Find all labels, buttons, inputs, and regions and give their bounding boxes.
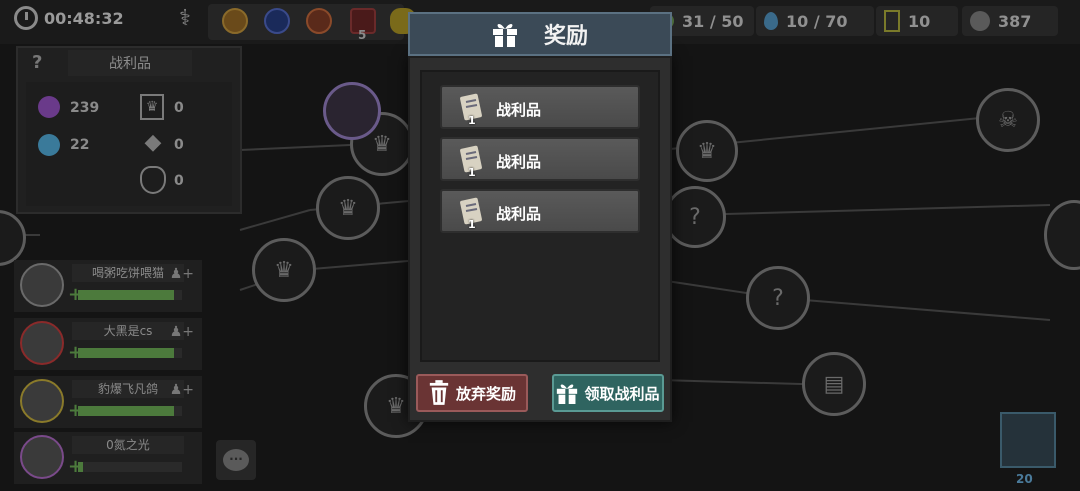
crystal-value: 22	[70, 137, 90, 153]
reward-modal-header: 奖励	[408, 12, 672, 56]
relic-count: 5	[358, 28, 367, 42]
map-node-mystery[interactable]: ?	[664, 186, 726, 248]
party-member-name: 喝粥吃饼喂猫	[72, 264, 184, 282]
discard-reward-label: 放弃奖励	[455, 384, 516, 403]
sun-relic-icon[interactable]	[222, 8, 248, 34]
claim-loot-label: 领取战利品	[584, 384, 660, 403]
claim-loot-button[interactable]: 领取战利品	[552, 374, 664, 412]
reward-item-label: 战利品	[496, 153, 542, 171]
map-node-chest[interactable]: ▤	[802, 352, 866, 416]
chat-button[interactable]: ···	[216, 440, 256, 480]
demon-relic-icon[interactable]	[306, 8, 332, 34]
map-node-crown[interactable]: ♛	[316, 176, 380, 240]
gift-icon	[492, 23, 517, 47]
reward-item[interactable]: 1 战利品	[440, 85, 640, 129]
reward-item-qty: 1	[468, 114, 476, 127]
party-member-name: 大黑是cs	[72, 322, 184, 340]
potion-value: 239	[70, 100, 100, 116]
discard-reward-button[interactable]: 放弃奖励	[416, 374, 528, 412]
party-member[interactable]: 大黑是cs + ♟+	[14, 318, 202, 370]
hero-portrait[interactable]	[1000, 412, 1056, 468]
avatar	[20, 435, 64, 479]
hp-fill	[78, 406, 174, 416]
crown-card-value: 0	[174, 100, 184, 116]
reward-item-qty: 1	[468, 166, 476, 179]
potion-icon	[38, 96, 60, 118]
run-timer: 00:48:32	[14, 6, 124, 30]
map-node-crown[interactable]: ♛	[676, 120, 738, 182]
card-icon	[884, 10, 900, 32]
hp-fill	[78, 290, 174, 300]
gift-icon	[557, 384, 578, 404]
party-member[interactable]: 豹爆飞凡鸽 + ♟+	[14, 376, 202, 428]
mystery-value: 0	[174, 137, 184, 153]
avatar	[20, 263, 64, 307]
reward-item[interactable]: 1 战利品	[440, 189, 640, 233]
money-bag-value: 0	[174, 173, 184, 189]
reward-modal-title: 奖励	[543, 24, 588, 49]
mystery-icon: ◆	[144, 130, 162, 155]
chat-bubble-icon: ···	[223, 449, 249, 471]
party-member[interactable]: 0氮之光 +	[14, 432, 202, 484]
reward-item-label: 战利品	[496, 205, 542, 223]
card-stat: 10	[876, 6, 958, 36]
tuning-fork-icon[interactable]: ⚕	[170, 6, 200, 36]
clock-icon	[14, 6, 38, 30]
water-value: 10 / 70	[786, 11, 848, 31]
card-value: 10	[908, 11, 931, 31]
avatar	[20, 379, 64, 423]
reward-item[interactable]: 1 战利品	[440, 137, 640, 181]
hp-bar	[78, 462, 182, 472]
coin-value: 31 / 50	[682, 11, 744, 31]
money-bag-icon	[140, 166, 166, 194]
portrait-counter: 20	[1016, 472, 1033, 486]
map-node-elite[interactable]: ☠	[976, 88, 1040, 152]
map-node-boss[interactable]	[323, 82, 381, 140]
water-drop-icon	[764, 12, 778, 30]
add-friend-icon[interactable]: ♟+	[170, 266, 194, 282]
add-friend-icon[interactable]: ♟+	[170, 324, 194, 340]
water-stat: 10 / 70	[756, 6, 874, 36]
hp-bar	[78, 290, 182, 300]
gem-value: 387	[998, 11, 1032, 31]
timer-value: 00:48:32	[44, 8, 124, 28]
avatar	[20, 321, 64, 365]
add-friend-icon[interactable]: ♟+	[170, 382, 194, 398]
hp-bar	[78, 406, 182, 416]
hp-fill	[78, 462, 84, 472]
reward-item-label: 战利品	[496, 101, 542, 119]
loot-help-icon[interactable]: ?	[32, 52, 42, 73]
gem-icon	[970, 11, 990, 31]
loot-panel-title: 战利品	[68, 50, 192, 76]
reward-item-qty: 1	[468, 218, 476, 231]
crown-card-icon: ♛	[140, 94, 164, 120]
party-member-name: 豹爆飞凡鸽	[72, 380, 184, 398]
orb-relic-icon[interactable]	[264, 8, 290, 34]
gem-stat: 387	[962, 6, 1058, 36]
crystal-icon	[38, 134, 60, 156]
trash-icon	[429, 380, 449, 405]
map-node-mystery[interactable]: ?	[746, 266, 810, 330]
map-node-crown[interactable]: ♛	[252, 238, 316, 302]
party-member[interactable]: 喝粥吃饼喂猫 + ♟+	[14, 260, 202, 312]
hp-fill	[78, 348, 174, 358]
party-member-name: 0氮之光	[72, 436, 184, 454]
hp-bar	[78, 348, 182, 358]
